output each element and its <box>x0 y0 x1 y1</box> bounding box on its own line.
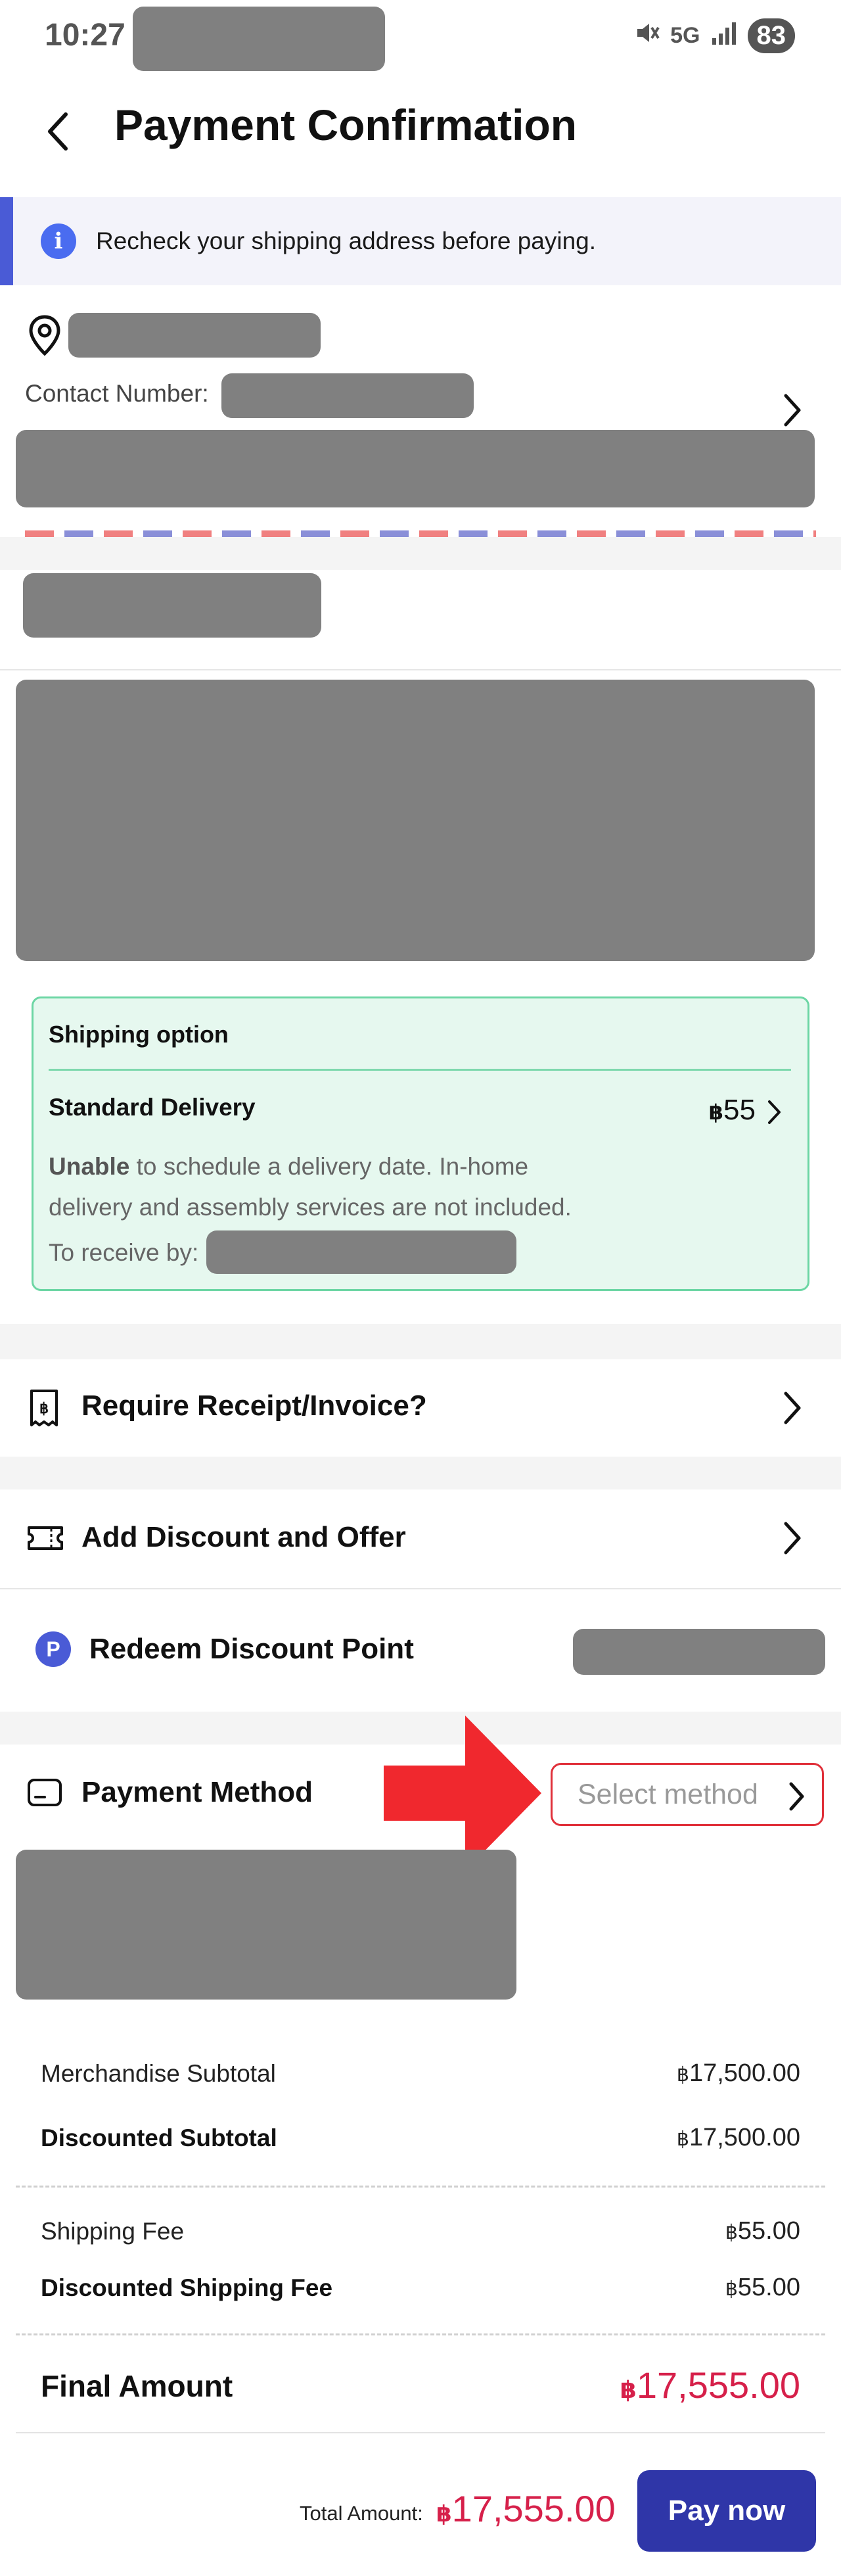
currency-symbol: ฿ <box>708 1100 724 1124</box>
status-icons: 5G 83 <box>633 18 795 53</box>
redacted-address <box>16 430 815 507</box>
select-payment-method-button[interactable]: Select method <box>551 1763 824 1826</box>
redacted-points-balance[interactable] <box>573 1629 825 1675</box>
receipt-icon: ฿ <box>28 1388 60 1431</box>
redeem-points-label: Redeem Discount Point <box>89 1633 414 1665</box>
signal-icon <box>711 21 737 51</box>
chevron-right-icon <box>788 1781 806 1819</box>
redacted-contact-number <box>221 373 474 418</box>
contact-number-label: Contact Number: <box>25 380 209 407</box>
amount: 17,555.00 <box>636 2364 800 2406</box>
mute-icon <box>633 20 660 52</box>
currency-symbol: ฿ <box>676 2064 689 2086</box>
final-amount-label: Final Amount <box>41 2369 233 2403</box>
shipping-method-name: Standard Delivery <box>49 1094 256 1121</box>
svg-text:฿: ฿ <box>39 1400 49 1417</box>
redacted-status-content <box>133 7 385 71</box>
amount: 55.00 <box>737 2274 800 2301</box>
divider <box>0 1588 841 1589</box>
discounted-subtotal-value: ฿17,500.00 <box>677 2124 800 2152</box>
select-method-text: Select method <box>578 1778 758 1810</box>
final-amount-value: ฿17,555.00 <box>620 2364 800 2406</box>
redacted-product-item <box>16 680 815 961</box>
divider <box>0 669 841 670</box>
back-button[interactable] <box>39 108 76 154</box>
pay-now-button[interactable]: Pay now <box>637 2470 816 2552</box>
receive-by-label: To receive by: <box>49 1239 199 1266</box>
status-time: 10:27 <box>45 18 125 53</box>
section-separator <box>0 537 841 570</box>
chevron-right-icon[interactable] <box>782 1390 803 1430</box>
shipping-desc-emphasis: Unable <box>49 1153 130 1180</box>
amount: 17,500.00 <box>689 2059 800 2087</box>
currency-symbol: ฿ <box>676 2128 689 2150</box>
redacted-store-name <box>23 573 321 638</box>
discount-offer-label: Add Discount and Offer <box>81 1521 406 1553</box>
amount: 17,500.00 <box>689 2124 800 2151</box>
shipping-price: ฿55 <box>709 1094 756 1127</box>
redacted-recipient-name <box>68 313 321 358</box>
amount: 55.00 <box>737 2217 800 2245</box>
back-arrow-icon <box>48 112 68 151</box>
dashed-divider <box>16 2333 825 2335</box>
battery-indicator: 83 <box>747 18 795 53</box>
shipping-description: Unable to schedule a delivery date. In-h… <box>49 1146 614 1228</box>
points-icon: P <box>35 1631 71 1667</box>
shipping-chevron-icon[interactable] <box>766 1099 783 1129</box>
address-edit-chevron-icon[interactable] <box>782 392 803 432</box>
location-pin-icon <box>26 314 63 360</box>
currency-symbol: ฿ <box>620 2376 637 2403</box>
payment-method-label: Payment Method <box>81 1776 313 1808</box>
section-separator <box>0 1457 841 1489</box>
discounted-shipping-fee-value: ฿55.00 <box>725 2274 800 2302</box>
redacted-payment-option[interactable] <box>16 1850 516 2000</box>
total-amount-value: ฿17,555.00 <box>436 2487 616 2530</box>
ticket-icon <box>26 1524 64 1556</box>
shipping-fee-value: ฿55.00 <box>725 2217 800 2245</box>
currency-symbol: ฿ <box>725 2278 738 2300</box>
merchandise-subtotal-label: Merchandise Subtotal <box>41 2060 276 2087</box>
shipping-fee-label: Shipping Fee <box>41 2218 185 2245</box>
section-separator <box>0 1324 841 1359</box>
total-amount-label: Total Amount: <box>300 2502 423 2525</box>
shipping-option-title: Shipping option <box>49 1021 229 1048</box>
notice-text: Recheck your shipping address before pay… <box>96 227 597 254</box>
discounted-subtotal-label: Discounted Subtotal <box>41 2124 277 2151</box>
currency-symbol: ฿ <box>725 2222 738 2243</box>
info-icon: i <box>41 223 76 259</box>
payment-confirmation-screen: 10:27 5G 83 Payment Confirmation i Reche… <box>0 0 841 2576</box>
airmail-border-divider <box>25 530 816 537</box>
merchandise-subtotal-value: ฿17,500.00 <box>677 2059 800 2088</box>
network-label: 5G <box>670 23 700 48</box>
page-title: Payment Confirmation <box>114 101 578 149</box>
chevron-right-icon[interactable] <box>782 1520 803 1560</box>
shipping-price-value: 55 <box>723 1094 756 1126</box>
discounted-shipping-fee-label: Discounted Shipping Fee <box>41 2274 333 2301</box>
dashed-divider <box>16 2186 825 2188</box>
redacted-receive-date <box>206 1230 516 1274</box>
divider <box>16 2432 825 2433</box>
receipt-invoice-label: Require Receipt/Invoice? <box>81 1390 427 1422</box>
divider <box>49 1069 791 1071</box>
currency-symbol: ฿ <box>436 2502 452 2527</box>
amount: 17,555.00 <box>451 2488 616 2529</box>
address-notice-banner: i Recheck your shipping address before p… <box>0 197 841 285</box>
wallet-icon <box>26 1776 63 1812</box>
